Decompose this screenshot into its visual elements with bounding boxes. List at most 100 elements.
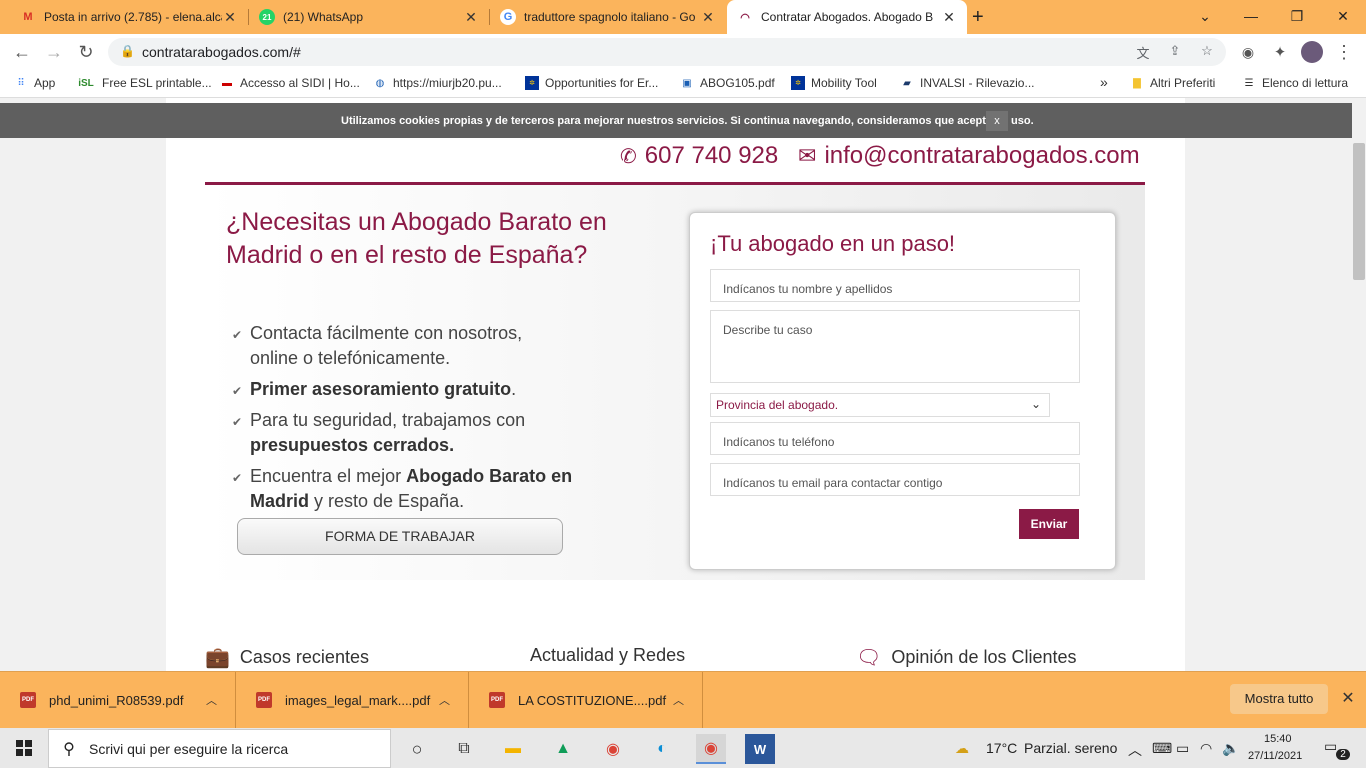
page-title: ¿Necesitas un Abogado Barato en Madrid o… <box>226 208 607 269</box>
battery-icon[interactable]: ▭ <box>1176 740 1189 757</box>
url-text: contratarabogados.com/# <box>142 44 301 60</box>
scrollbar-thumb[interactable] <box>1353 143 1365 280</box>
download-item[interactable]: PDF LA COSTITUZIONE....pdf ︿ <box>469 672 703 728</box>
phone-field[interactable]: Indícanos tu teléfono <box>710 422 1080 455</box>
puzzle-icon[interactable]: ✦ <box>1268 40 1292 64</box>
tab-title: (21) WhatsApp <box>283 10 364 24</box>
bookmark-item[interactable]: ✲ Mobility Tool <box>791 76 877 90</box>
tab-whatsapp[interactable]: 21 (21) WhatsApp ✕ <box>249 0 489 34</box>
close-window-button[interactable]: ✕ <box>1320 0 1366 32</box>
email-contact[interactable]: ✉ info@contratarabogados.com <box>798 142 1140 170</box>
word-icon[interactable]: W <box>745 734 775 764</box>
close-tab-icon[interactable]: ✕ <box>463 9 479 26</box>
phone-icon: ✆ <box>620 145 637 168</box>
task-view-icon[interactable]: ⧉ <box>449 734 479 764</box>
tab-translator[interactable]: G traduttore spagnolo italiano - Go ✕ <box>490 0 726 34</box>
list-item: ✔ Contacta fácilmente con nosotros, onli… <box>232 321 562 371</box>
taskbar-search[interactable]: ⚲ Scrivi qui per eseguire la ricerca <box>48 729 391 768</box>
forward-icon[interactable]: → <box>42 40 66 64</box>
bookmark-icon: ▰ <box>903 77 911 89</box>
downloads-bar: PDF phd_unimi_R08539.pdf ︿ PDF images_le… <box>0 671 1366 728</box>
forma-de-trabajar-button[interactable]: FORMA DE TRABAJAR <box>237 518 563 555</box>
weather-desc[interactable]: Parzial. sereno <box>1024 740 1117 756</box>
translate-icon[interactable]: 文 <box>1134 43 1152 61</box>
meet-icon[interactable]: ⌨ <box>1152 740 1172 757</box>
share-icon[interactable]: ⇪ <box>1166 43 1184 61</box>
pdf-icon: PDF <box>489 692 505 708</box>
bookmark-item[interactable]: ◍ https://miurjb20.pu... <box>373 76 502 90</box>
form-title: ¡Tu abogado en un paso! <box>710 231 956 256</box>
bookmark-item[interactable]: ▰ INVALSI - Rilevazio... <box>900 76 1034 90</box>
restore-button[interactable]: ❐ <box>1274 0 1320 32</box>
download-item[interactable]: PDF images_legal_mark....pdf ︿ <box>236 672 469 728</box>
tray-overflow-icon[interactable]: ︿ <box>1128 740 1142 760</box>
tab-title: Contratar Abogados. Abogado B <box>761 10 934 24</box>
cookie-text: Utilizamos cookies propias y de terceros… <box>341 115 1034 127</box>
clock-time[interactable]: 15:40 <box>1264 733 1292 745</box>
folder-icon: ▇ <box>1133 77 1141 89</box>
globe-icon: ◍ <box>375 77 385 89</box>
extension-icon[interactable]: ◉ <box>1236 40 1260 64</box>
download-item[interactable]: PDF phd_unimi_R08539.pdf ︿ <box>0 672 236 728</box>
back-icon[interactable]: ← <box>10 40 34 64</box>
bookmark-star-icon[interactable]: ☆ <box>1198 43 1216 61</box>
menu-icon[interactable]: ⋮ <box>1332 40 1356 64</box>
bookmarks-overflow-button[interactable]: » <box>1100 74 1108 90</box>
name-field[interactable]: Indícanos tu nombre y apellidos <box>710 269 1080 302</box>
show-all-downloads-button[interactable]: Mostra tutto <box>1230 684 1328 714</box>
wifi-icon[interactable]: ◠ <box>1200 740 1212 757</box>
gmail-icon: M <box>23 11 33 23</box>
check-icon: ✔ <box>232 471 243 485</box>
bookmark-item[interactable]: ▣ ABOG105.pdf <box>680 76 774 90</box>
phone-contact[interactable]: ✆ 607 740 928 <box>620 142 778 170</box>
chrome-icon[interactable]: ◉ <box>598 734 628 764</box>
comment-icon: 🗨 <box>856 647 882 669</box>
close-tab-icon[interactable]: ✕ <box>941 9 957 26</box>
email-field[interactable]: Indícanos tu email para contactar contig… <box>710 463 1080 496</box>
other-bookmarks[interactable]: ▇ Altri Preferiti <box>1130 76 1215 90</box>
minimize-button[interactable]: — <box>1228 0 1274 32</box>
reading-list[interactable]: ☰ Elenco di lettura <box>1242 76 1349 90</box>
check-icon: ✔ <box>232 384 243 398</box>
bookmark-item[interactable]: iSL Free ESL printable... <box>76 76 211 90</box>
bookmarks-bar: ⠿ App iSL Free ESL printable... ▬ Accesso a… <box>0 70 1366 98</box>
volume-icon[interactable]: 🔈 <box>1222 740 1239 757</box>
bookmark-item[interactable]: ✲ Opportunities for Er... <box>525 76 658 90</box>
windows-start-icon[interactable] <box>0 728 48 768</box>
chevron-up-icon[interactable]: ︿ <box>673 692 684 708</box>
close-downloads-icon[interactable]: ✕ <box>1338 688 1358 710</box>
weather-temp[interactable]: 17°C <box>986 740 1017 756</box>
province-select[interactable]: Provincia del abogado. ⌄ <box>710 393 1050 417</box>
envelope-icon: ✉ <box>798 143 817 168</box>
google-drive-icon[interactable]: ▲ <box>548 734 578 764</box>
tab-contratar-abogados[interactable]: ◠ Contratar Abogados. Abogado B ✕ <box>727 0 967 34</box>
bookmark-item[interactable]: ⠿ App <box>14 76 55 90</box>
tab-gmail[interactable]: M Posta in arrivo (2.785) - elena.alca ✕ <box>10 0 248 34</box>
notification-count: 2 <box>1336 749 1350 760</box>
sidi-icon: ▬ <box>222 77 232 89</box>
file-explorer-icon[interactable]: ▬ <box>498 734 528 764</box>
site-icon: ◠ <box>740 11 750 24</box>
reading-list-icon: ☰ <box>1244 77 1254 89</box>
pdf-file-icon: ▣ <box>682 77 692 89</box>
cortana-icon[interactable]: ○ <box>402 734 432 764</box>
cookie-close-button[interactable]: x <box>986 111 1008 131</box>
check-icon: ✔ <box>232 328 243 342</box>
close-tab-icon[interactable]: ✕ <box>700 9 716 26</box>
avatar[interactable] <box>1300 40 1324 64</box>
address-bar[interactable]: 🔒 contratarabogados.com/# 文 ⇪ ☆ <box>108 38 1226 66</box>
weather-icon[interactable]: ☁ <box>955 740 969 757</box>
chevron-up-icon[interactable]: ︿ <box>206 692 217 708</box>
close-tab-icon[interactable]: ✕ <box>222 9 238 26</box>
case-textarea[interactable]: Describe tu caso <box>710 310 1080 383</box>
chrome-active-icon[interactable]: ◉ <box>696 734 726 764</box>
new-tab-button[interactable]: + <box>972 0 1002 34</box>
reload-icon[interactable]: ↻ <box>74 40 98 64</box>
edge-icon[interactable]: ◐ <box>647 734 677 764</box>
check-icon: ✔ <box>232 415 243 429</box>
submit-button[interactable]: Enviar <box>1019 509 1079 539</box>
clock-date[interactable]: 27/11/2021 <box>1248 750 1302 762</box>
tab-search-icon[interactable]: ⌄ <box>1182 0 1228 32</box>
chevron-up-icon[interactable]: ︿ <box>439 692 450 708</box>
bookmark-item[interactable]: ▬ Accesso al SIDI | Ho... <box>220 76 360 90</box>
